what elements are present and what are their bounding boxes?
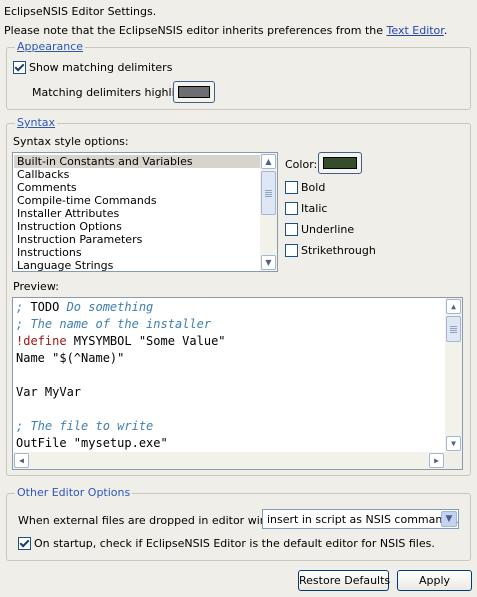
code-line: !define MYSYMBOL "Some Value" — [16, 333, 226, 350]
list-scrollbar[interactable]: ▲ ▼ — [260, 153, 277, 271]
code-line: ; The name of the installer — [16, 317, 212, 331]
list-item[interactable]: Callbacks — [14, 168, 260, 181]
scroll-left-icon[interactable]: ◀ — [14, 453, 29, 468]
code-comment: ; — [16, 300, 31, 314]
underline-checkbox[interactable] — [285, 223, 298, 236]
checkmark-icon — [14, 61, 25, 72]
inherit-note: Please note that the EclipseNSIS editor … — [4, 24, 447, 37]
preview-horizontal-scrollbar[interactable]: ◀ ▶ — [13, 452, 445, 469]
preview-vertical-scrollbar[interactable]: ▲ ▼ — [445, 298, 462, 452]
italic-checkbox[interactable] — [285, 202, 298, 215]
inherit-note-suffix: . — [443, 24, 448, 37]
list-item[interactable]: Installer Attributes — [14, 207, 260, 220]
restore-defaults-button[interactable]: Restore Defaults — [298, 570, 390, 591]
settings-title: EclipseNSIS Editor Settings. — [4, 5, 157, 18]
underline-label: Underline — [301, 223, 355, 236]
scroll-right-icon[interactable]: ▶ — [429, 453, 444, 468]
bold-checkbox[interactable] — [285, 181, 298, 194]
strikethrough-label: Strikethrough — [301, 244, 376, 257]
scroll-corner — [445, 452, 462, 469]
appearance-group-title: Appearance — [15, 40, 86, 53]
inherit-note-prefix: Please note that the EclipseNSIS editor … — [4, 24, 387, 37]
drop-behavior-value: insert in script as NSIS commands. — [267, 513, 459, 526]
syntax-style-items: Built-in Constants and Variables Callbac… — [14, 155, 260, 272]
color-swatch — [323, 157, 357, 169]
show-matching-delimiters-label: Show matching delimiters — [29, 61, 173, 74]
scroll-down-icon[interactable]: ▼ — [261, 255, 276, 270]
code-line: OutFile "mysetup.exe" — [16, 436, 168, 450]
code-text: MYSYMBOL "Some Value" — [66, 334, 226, 348]
list-item[interactable]: Instructions — [14, 246, 260, 259]
show-matching-delimiters-checkbox[interactable] — [13, 61, 26, 74]
text-editor-link[interactable]: Text Editor — [387, 24, 444, 37]
code-keyword: !define — [16, 334, 67, 348]
checkmark-icon — [19, 537, 30, 548]
list-item[interactable]: Instruction Parameters — [14, 233, 260, 246]
other-editor-options-title: Other Editor Options — [15, 486, 133, 499]
matching-delimiters-color-button[interactable] — [173, 81, 215, 103]
scroll-up-icon[interactable]: ▲ — [446, 299, 461, 314]
list-item[interactable]: Instruction Options — [14, 220, 260, 233]
color-label: Color: — [285, 158, 318, 171]
drop-behavior-select[interactable]: insert in script as NSIS commands. ▼ — [262, 509, 459, 529]
code-line: ; The file to write — [16, 419, 154, 433]
scroll-thumb[interactable] — [446, 316, 461, 342]
preview-editor[interactable]: ; TODO Do something ; The name of the in… — [12, 297, 463, 470]
matching-delimiters-highlight-label: Matching delimiters highlight — [32, 86, 193, 99]
scroll-thumb[interactable] — [261, 171, 276, 215]
preview-text-area: ; TODO Do something ; The name of the in… — [13, 298, 445, 452]
syntax-color-button[interactable] — [318, 152, 362, 174]
code-comment: Do something — [59, 300, 154, 314]
list-item[interactable]: Compile-time Commands — [14, 194, 260, 207]
list-item[interactable]: Comments — [14, 181, 260, 194]
drop-behavior-label: When external files are dropped in edito… — [18, 514, 293, 527]
syntax-group-title: Syntax — [15, 116, 58, 129]
appearance-group: Appearance — [6, 40, 471, 110]
syntax-style-options-label: Syntax style options: — [13, 135, 129, 148]
italic-label: Italic — [301, 202, 328, 215]
syntax-style-list[interactable]: Built-in Constants and Variables Callbac… — [12, 152, 278, 272]
chevron-down-icon[interactable]: ▼ — [441, 511, 457, 527]
code-line: Name "$(^Name)" — [16, 351, 125, 365]
apply-button[interactable]: Apply — [397, 570, 472, 591]
code-line: Var MyVar — [16, 385, 82, 399]
bold-label: Bold — [301, 181, 326, 194]
scroll-up-icon[interactable]: ▲ — [261, 154, 276, 169]
list-item[interactable]: Built-in Constants and Variables — [14, 155, 260, 168]
default-editor-check-label: On startup, check if EclipseNSIS Editor … — [34, 537, 435, 550]
strikethrough-checkbox[interactable] — [285, 244, 298, 257]
preview-label: Preview: — [13, 280, 59, 293]
scroll-down-icon[interactable]: ▼ — [446, 436, 461, 451]
default-editor-check-checkbox[interactable] — [18, 537, 31, 550]
list-item[interactable]: Language Strings — [14, 259, 260, 272]
code-line: ; TODO Do something — [16, 299, 153, 316]
code-todo: TODO — [30, 300, 60, 314]
color-swatch — [178, 86, 210, 98]
